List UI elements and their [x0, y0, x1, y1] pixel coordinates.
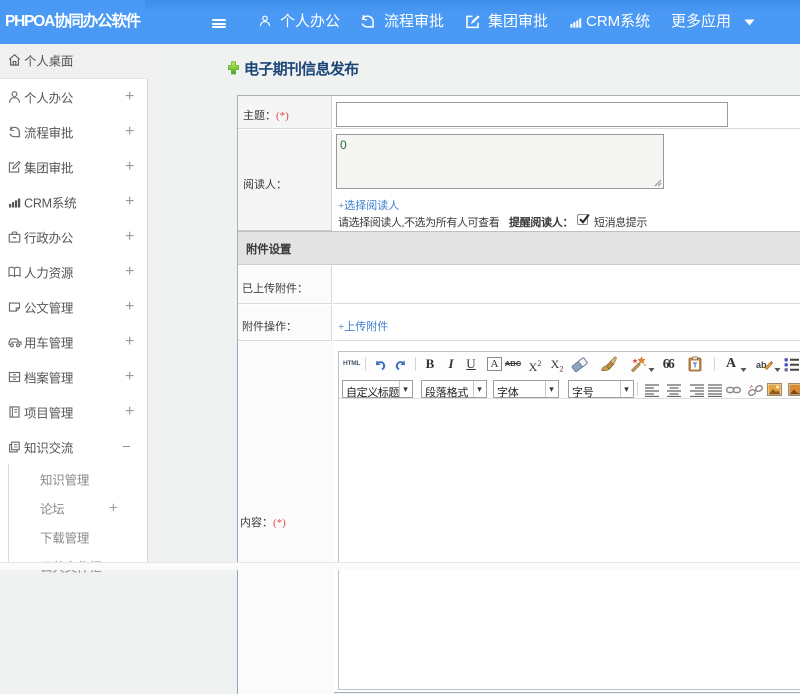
- svg-text:T: T: [693, 363, 698, 370]
